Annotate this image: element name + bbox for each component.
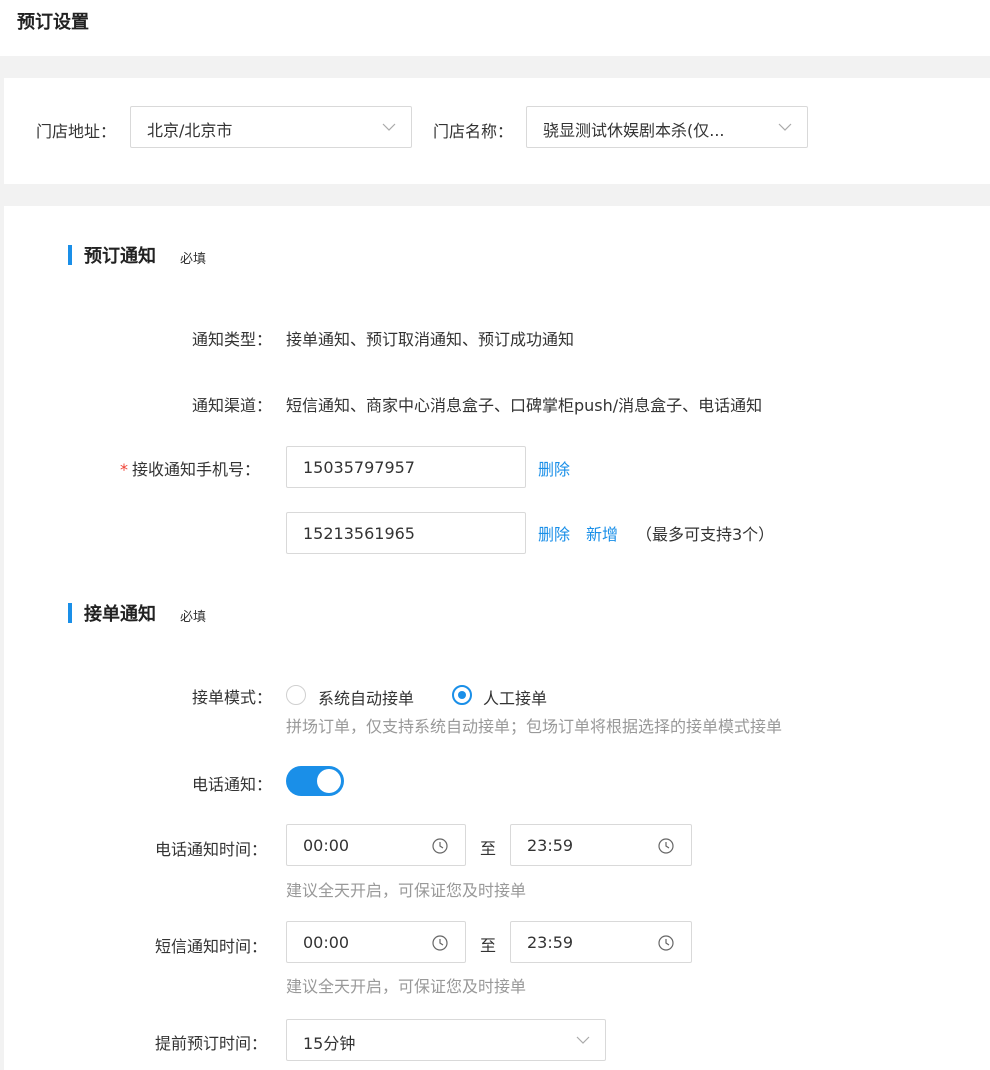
phone-input-2[interactable]: 15213561965 xyxy=(286,512,526,554)
sms-time-label: 短信通知时间： xyxy=(155,937,268,956)
page-header: 预订设置 xyxy=(0,0,990,56)
store-name-label: 门店名称： xyxy=(433,122,514,141)
notice-type-value: 接单通知、预订取消通知、预订成功通知 xyxy=(286,330,575,349)
page-title: 预订设置 xyxy=(17,12,89,33)
radio-auto-accept-label[interactable]: 系统自动接单 xyxy=(318,685,414,709)
max-phones-hint: （最多可支持3个） xyxy=(636,525,775,544)
receive-phone-label-text: 接收通知手机号： xyxy=(132,460,261,479)
section-marker xyxy=(68,245,72,265)
delete-phone-1-link[interactable]: 删除 xyxy=(538,456,570,480)
order-notice-title: 接单通知 xyxy=(84,604,156,625)
phone-notice-toggle[interactable] xyxy=(286,766,344,796)
sms-time-end-value: 23:59 xyxy=(527,933,574,952)
advance-booking-label: 提前预订时间： xyxy=(155,1034,268,1053)
clock-icon xyxy=(658,935,674,951)
settings-card: 预订通知 必填 通知类型： 接单通知、预订取消通知、预订成功通知 通知渠道： 短… xyxy=(4,206,990,1070)
phone-time-end-input[interactable]: 23:59 xyxy=(510,824,692,866)
phone-time-label: 电话通知时间： xyxy=(155,840,268,859)
phone-time-hint: 建议全天开启，可保证您及时接单 xyxy=(286,881,527,900)
order-mode-label: 接单模式： xyxy=(192,688,273,707)
phone-time-end-value: 23:59 xyxy=(527,836,574,855)
clock-icon xyxy=(432,935,448,951)
chevron-down-icon xyxy=(778,123,792,131)
chevron-down-icon xyxy=(576,1036,590,1044)
section-marker xyxy=(68,603,72,623)
time-range-separator: 至 xyxy=(480,936,497,955)
store-filter-card: 门店地址： 北京/北京市 门店名称： 骁显测试休娱剧本杀(仅... xyxy=(4,78,990,184)
required-tag: 必填 xyxy=(180,610,207,625)
store-name-select[interactable]: 骁显测试休娱剧本杀(仅... xyxy=(526,106,808,148)
phone-input-1[interactable]: 15035797957 xyxy=(286,446,526,488)
radio-manual-accept-label[interactable]: 人工接单 xyxy=(483,685,547,709)
phone-time-start-value: 00:00 xyxy=(303,836,350,855)
notice-channel-value: 短信通知、商家中心消息盒子、口碑掌柜push/消息盒子、电话通知 xyxy=(286,396,763,415)
chevron-down-icon xyxy=(382,123,396,131)
clock-icon xyxy=(432,838,448,854)
phone-value-1: 15035797957 xyxy=(303,458,415,477)
advance-booking-value: 15分钟 xyxy=(303,1034,356,1053)
toggle-knob xyxy=(317,769,341,793)
add-phone-link[interactable]: 新增 xyxy=(586,521,618,545)
store-address-value: 北京/北京市 xyxy=(147,121,233,140)
radio-auto-accept[interactable] xyxy=(286,685,306,705)
advance-booking-select[interactable]: 15分钟 xyxy=(286,1019,606,1061)
phone-time-start-input[interactable]: 00:00 xyxy=(286,824,466,866)
required-tag: 必填 xyxy=(180,252,207,267)
receive-phone-label: * 接收通知手机号： xyxy=(120,456,260,480)
sms-time-hint: 建议全天开启，可保证您及时接单 xyxy=(286,977,527,996)
store-address-label: 门店地址： xyxy=(36,122,117,141)
store-name-value: 骁显测试休娱剧本杀(仅... xyxy=(543,121,725,140)
radio-manual-accept[interactable] xyxy=(452,685,472,705)
sms-time-start-input[interactable]: 00:00 xyxy=(286,921,466,963)
required-star: * xyxy=(120,460,128,479)
notice-channel-label: 通知渠道： xyxy=(192,396,273,415)
phone-value-2: 15213561965 xyxy=(303,524,415,543)
order-mode-hint: 拼场订单，仅支持系统自动接单；包场订单将根据选择的接单模式接单 xyxy=(286,717,783,736)
time-range-separator: 至 xyxy=(480,839,497,858)
clock-icon xyxy=(658,838,674,854)
booking-notice-title: 预订通知 xyxy=(84,246,156,267)
sms-time-end-input[interactable]: 23:59 xyxy=(510,921,692,963)
delete-phone-2-link[interactable]: 删除 xyxy=(538,521,570,545)
notice-type-label: 通知类型： xyxy=(192,330,273,349)
sms-time-start-value: 00:00 xyxy=(303,933,350,952)
store-address-select[interactable]: 北京/北京市 xyxy=(130,106,412,148)
phone-notice-label: 电话通知： xyxy=(192,775,273,794)
